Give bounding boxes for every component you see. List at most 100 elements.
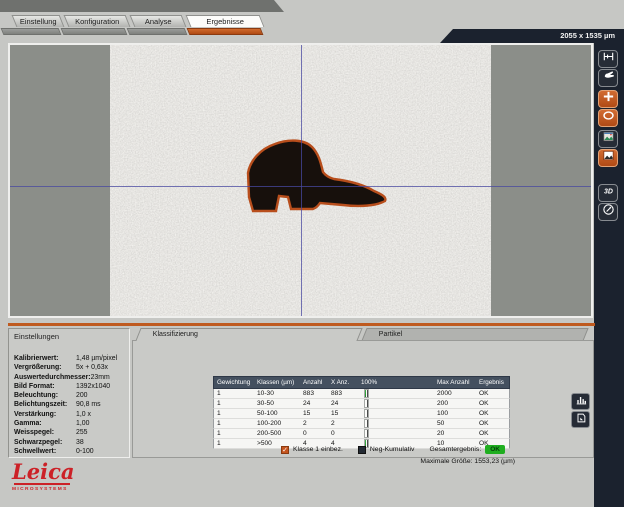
- tab-konfiguration[interactable]: Konfiguration: [64, 15, 131, 27]
- table-row[interactable]: 150-1001515100OK: [213, 409, 510, 419]
- tab-label: Klassifizierung: [139, 329, 359, 341]
- setting-value: 200: [76, 391, 88, 400]
- tab-underline-analyse: [127, 28, 188, 35]
- tab-einstellung[interactable]: Einstellung: [12, 15, 65, 27]
- setting-value: 38: [76, 438, 84, 447]
- column-header: Max Anzahl: [434, 377, 476, 388]
- count-bar: [358, 409, 434, 418]
- bar-chart-icon: [575, 393, 587, 411]
- cell-klasse: 30-50: [254, 399, 300, 408]
- column-header: Gewichtung: [214, 377, 254, 388]
- setting-label: Beleuchtung:: [14, 391, 76, 400]
- settings-row: Schwellwert:0-100: [14, 447, 128, 456]
- tab-label: Analyse: [133, 16, 183, 27]
- settings-panel: Einstellungen Kalibrierwert:1,48 µm/pixe…: [8, 328, 130, 458]
- cell-max_anzahl: 100: [434, 409, 476, 418]
- cell-gewichtung: 1: [214, 389, 254, 398]
- image-orange-button[interactable]: [598, 149, 618, 167]
- leica-logo: Leica MICROSYSTEMS: [12, 461, 75, 492]
- cell-x_anzahl: 15: [328, 409, 358, 418]
- cell-anzahl: 0: [300, 429, 328, 438]
- ellipse-tool-button[interactable]: [598, 109, 618, 127]
- tab-strip: [0, 0, 284, 12]
- cell-max_anzahl: 20: [434, 429, 476, 438]
- accent-divider: [8, 323, 595, 326]
- crosshair-horizontal: [10, 186, 591, 187]
- table-row[interactable]: 130-502424200OK: [213, 399, 510, 409]
- cell-ergebnis: OK: [476, 409, 509, 418]
- cell-anzahl: 2: [300, 419, 328, 428]
- cell-x_anzahl: 24: [328, 399, 358, 408]
- 3d-view-button[interactable]: 3D: [598, 184, 618, 202]
- edit-annotate-button[interactable]: [598, 203, 618, 221]
- setting-value: 1,00: [76, 419, 89, 428]
- settings-row: Gamma:1,00: [14, 419, 128, 428]
- cell-max_anzahl: 200: [434, 399, 476, 408]
- cell-klasse: 200-500: [254, 429, 300, 438]
- setting-value: 1,48 µm/pixel: [76, 354, 117, 363]
- settings-row: Auswertedurchmesser:23mm: [14, 373, 128, 382]
- setting-label: Belichtungszeit:: [14, 400, 76, 409]
- leica-logo-subtitle: MICROSYSTEMS: [12, 487, 75, 492]
- setting-value: 23mm: [91, 373, 110, 382]
- cell-gewichtung: 1: [214, 399, 254, 408]
- export-report-icon: [575, 411, 587, 429]
- cell-gewichtung: 1: [214, 429, 254, 438]
- crosshair-plus-button[interactable]: [598, 90, 618, 108]
- checkbox-group: ✓ Klasse 1 einbez.: [281, 446, 343, 454]
- hand-pointer-button[interactable]: [598, 69, 618, 87]
- results-panel: KlassifizierungPartikel GewichtungKlasse…: [132, 328, 594, 458]
- tab-label: Einstellung: [15, 16, 61, 27]
- image-viewport[interactable]: [8, 43, 593, 318]
- setting-value: 5x + 0,63x: [76, 363, 108, 372]
- setting-value: 0-100: [76, 447, 94, 456]
- export-report-button[interactable]: [571, 411, 590, 428]
- cell-ergebnis: OK: [476, 389, 509, 398]
- cell-x_anzahl: 2: [328, 419, 358, 428]
- setting-label: Auswertedurchmesser:: [14, 373, 91, 382]
- tab-analyse[interactable]: Analyse: [130, 15, 187, 27]
- cell-anzahl: 883: [300, 389, 328, 398]
- settings-row: Weisspegel:255: [14, 428, 128, 437]
- overall-result: Gesamtergebnis: OK: [429, 445, 505, 454]
- neg-kumulativ-checkbox[interactable]: [358, 446, 366, 454]
- cell-ergebnis: OK: [476, 399, 509, 408]
- ellipse-tool-icon: [602, 109, 615, 127]
- table-row[interactable]: 1100-2002250OK: [213, 419, 510, 429]
- cell-gewichtung: 1: [214, 409, 254, 418]
- table-row[interactable]: 1200-5000020OK: [213, 429, 510, 439]
- settings-row: Vergrößerung:5x + 0,63x: [14, 363, 128, 372]
- count-bar: [358, 419, 434, 428]
- table-header-row: GewichtungKlassen (µm)AnzahlX Anz.100%Ma…: [213, 376, 510, 389]
- cell-ergebnis: OK: [476, 419, 509, 428]
- image-size-bar: 2055 x 1535 µm: [440, 29, 624, 43]
- cell-klasse: 10-30: [254, 389, 300, 398]
- settings-row: Schwarzpegel:38: [14, 438, 128, 447]
- image-orange-icon: [602, 149, 615, 167]
- class1-checkbox[interactable]: ✓: [281, 446, 289, 454]
- cell-anzahl: 15: [300, 409, 328, 418]
- cell-ergebnis: OK: [476, 429, 509, 438]
- setting-label: Verstärkung:: [14, 410, 76, 419]
- cell-x_anzahl: 0: [328, 429, 358, 438]
- checkbox-label: Klasse 1 einbez.: [293, 446, 343, 453]
- setting-label: Gamma:: [14, 419, 76, 428]
- setting-value: 255: [76, 428, 88, 437]
- tab-underline-ergebnisse: [187, 28, 264, 35]
- column-header: X Anz.: [328, 377, 358, 388]
- 3d-view-icon: 3D: [602, 184, 615, 202]
- image-color-button[interactable]: [598, 130, 618, 148]
- svg-text:3D: 3D: [604, 188, 613, 195]
- cell-klasse: 50-100: [254, 409, 300, 418]
- count-bar: [358, 389, 434, 398]
- caliper-measure-icon: [602, 50, 615, 68]
- bar-chart-button[interactable]: [571, 393, 590, 410]
- column-header: 100%: [358, 377, 434, 388]
- overall-result-badge: OK: [485, 445, 505, 454]
- tab-ergebnisse[interactable]: Ergebnisse: [186, 15, 265, 27]
- table-row[interactable]: 110-308838832000OK: [213, 389, 510, 399]
- overall-result-label: Gesamtergebnis:: [429, 446, 481, 453]
- cell-max_anzahl: 2000: [434, 389, 476, 398]
- tab-klassifizierung[interactable]: Klassifizierung: [135, 328, 362, 341]
- caliper-measure-button[interactable]: [598, 50, 618, 68]
